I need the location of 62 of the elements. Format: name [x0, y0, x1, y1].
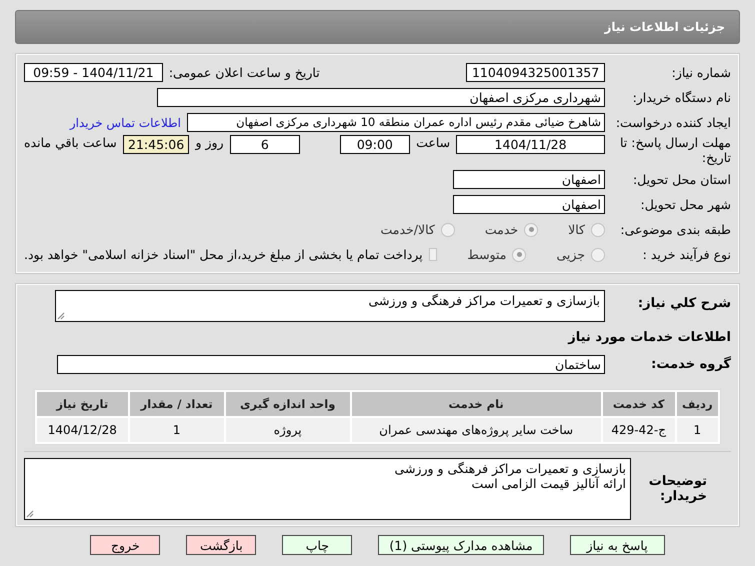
radio-button[interactable] — [591, 222, 605, 236]
notes-field[interactable]: بازسازی و تعمیرات مراکز فرهنگی و ورزشی ارائه آنالیز قیمت الزامی است — [24, 458, 631, 520]
table-cell: پروژه — [226, 418, 350, 442]
field-label: ایجاد کننده درخواست: — [614, 115, 731, 130]
column-header: تاریخ نیاز — [37, 392, 128, 416]
field-label: استان محل تحویل: — [632, 172, 731, 187]
need-number-field[interactable]: 1104094325001357 — [466, 63, 605, 82]
option-label: کالا — [568, 222, 585, 237]
action-button[interactable]: پاسخ به نیاز — [570, 535, 665, 555]
radio-button[interactable] — [524, 222, 538, 236]
buyer-field[interactable]: شهرداری مرکزی اصفهان — [157, 88, 605, 107]
field-label: نام دستگاه خریدار: — [632, 90, 731, 105]
deadline-date-field[interactable]: 1404/11/28 — [456, 135, 605, 154]
days-field[interactable]: 6 — [230, 135, 300, 154]
action-button[interactable]: مشاهده مدارک پیوستی (1) — [378, 535, 544, 555]
column-header: ردیف — [676, 392, 718, 416]
column-header: واحد اندازه گیری — [226, 392, 350, 416]
checkbox[interactable] — [428, 248, 438, 261]
column-header: تعداد / مقدار — [130, 392, 224, 416]
field-label: ساعت باقي مانده — [24, 135, 117, 150]
remaining-time-field: 21:45:06 — [122, 135, 190, 154]
resize-grip-icon[interactable] — [26, 510, 34, 518]
field-label: روز و — [195, 135, 224, 150]
city-field[interactable]: اصفهان — [453, 195, 605, 214]
table-cell: 1 — [130, 418, 224, 442]
option-label: خدمت — [484, 222, 518, 237]
table-cell: ساخت سایر پروژه‌های مهندسی عمران — [352, 418, 601, 442]
radio-button[interactable] — [440, 222, 455, 236]
page-title: جزئیات اطلاعات نیاز — [604, 20, 725, 34]
field-label: توضیحات خریدار: — [648, 474, 708, 504]
radio-button[interactable] — [591, 248, 605, 262]
field-label: شهر محل تحویل: — [640, 197, 731, 212]
column-header: کد خدمت — [602, 392, 675, 416]
summary-field[interactable]: بازسازی و تعمیرات مراکز فرهنگی و ورزشی — [55, 290, 605, 322]
action-button[interactable]: بازگشت — [186, 535, 256, 555]
option-label: کالا/خدمت — [380, 222, 435, 237]
option-label: متوسط — [467, 247, 506, 262]
table-cell: 1 — [676, 418, 718, 442]
field-label: شرح کلي نياز: — [636, 295, 731, 311]
section-heading: اطلاعات خدمات مورد نیاز — [568, 330, 731, 344]
creator-field[interactable]: شاهرخ ضیائی مقدم رئیس اداره عمران منطقه 10 شهرداری مرکزی اصفهان — [187, 113, 605, 132]
field-label: گروه خدمت: — [650, 357, 731, 372]
field-label: شماره نیاز: — [670, 65, 731, 80]
field-label: مهلت ارسال پاسخ: تا تاریخ: — [619, 135, 731, 165]
action-button[interactable]: خروج — [90, 535, 160, 555]
contact-link[interactable]: اطلاعات تماس خریدار — [70, 116, 181, 130]
resize-grip-icon[interactable] — [57, 312, 65, 320]
service-group-field[interactable]: ساختمان — [57, 355, 605, 374]
province-field[interactable]: اصفهان — [453, 170, 605, 189]
payment-note: پرداخت تمام یا بخشی از مبلغ خرید،از محل "اسناد خزانه اسلامی" خواهد بود. — [24, 247, 423, 262]
field-label: نوع فرآیند خرید : — [642, 247, 731, 262]
table-cell: ج-42-429 — [602, 418, 675, 442]
deadline-time-field[interactable]: 09:00 — [340, 135, 410, 154]
column-header: نام خدمت — [352, 392, 601, 416]
radio-button[interactable] — [512, 248, 526, 262]
action-button[interactable]: چاپ — [282, 535, 352, 555]
table-cell: 1404/12/28 — [37, 418, 128, 442]
field-label: طبقه بندی موضوعی: — [619, 222, 731, 237]
field-label: تاریخ و ساعت اعلان عمومی: — [168, 65, 320, 80]
field-label: ساعت — [416, 135, 450, 150]
announce-date-field[interactable]: 1404/11/21 - 09:59 — [24, 63, 163, 82]
option-label: جزیی — [556, 247, 585, 262]
